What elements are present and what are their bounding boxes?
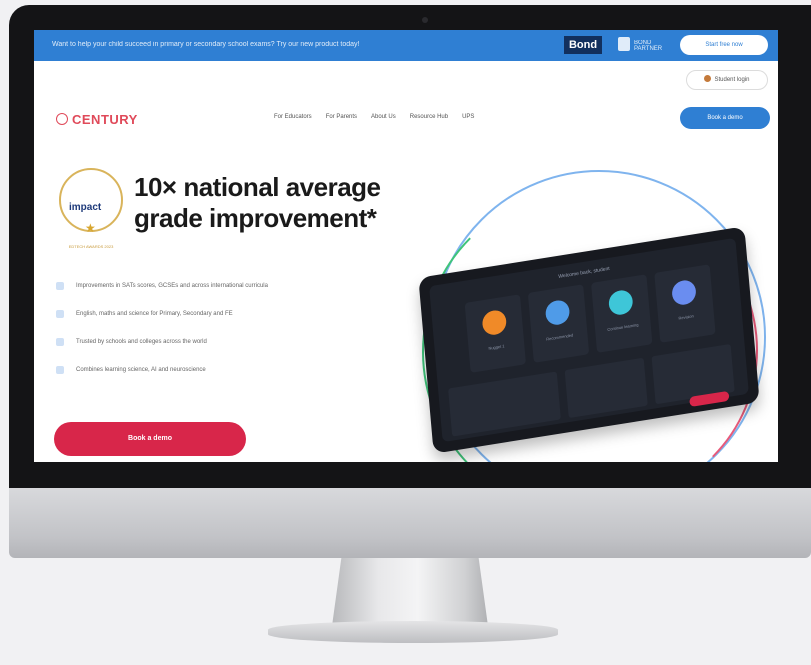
tablet-card: Revision — [654, 264, 716, 343]
feature-item: Combines learning science, AI and neuros… — [56, 362, 396, 390]
monitor-base — [268, 621, 558, 643]
nav-item-about[interactable]: About Us — [371, 114, 396, 120]
check-icon — [56, 282, 64, 290]
feature-item: Trusted by schools and colleges across t… — [56, 334, 396, 362]
tablet-card: Continue learning — [591, 274, 653, 353]
website-screen: Want to help your child succeed in prima… — [34, 30, 778, 462]
feature-list: Improvements in SATs scores, GCSEs and a… — [56, 278, 396, 390]
check-icon — [56, 366, 64, 374]
bond-logo[interactable]: Bond — [564, 36, 602, 54]
nav-item-educators[interactable]: For Educators — [274, 114, 312, 120]
logo-text: CENTURY — [72, 112, 138, 127]
star-icon: ★ — [85, 221, 96, 235]
nav-item-ups[interactable]: UPS — [462, 114, 474, 120]
feature-item: Improvements in SATs scores, GCSEs and a… — [56, 278, 396, 306]
tablet-card-label: Nugget 1 — [488, 343, 505, 351]
logo-icon — [56, 113, 68, 125]
tablet-card: Recommended — [527, 284, 590, 363]
award-caption: EDTECH AWARDS 2023 — [68, 244, 114, 249]
nav-item-parents[interactable]: For Parents — [326, 114, 357, 120]
feature-text: Trusted by schools and colleges across t… — [76, 339, 207, 345]
check-icon — [56, 338, 64, 346]
award-badge: impact ★ EDTECH AWARDS 2023 — [56, 158, 126, 256]
hero-headline: 10× national average grade improvement* — [134, 172, 381, 233]
award-circle: impact ★ — [59, 168, 123, 235]
orb-icon — [671, 278, 697, 307]
login-button[interactable]: Student login — [686, 70, 768, 90]
orb-icon — [607, 288, 634, 317]
nav-item-resources[interactable]: Resource Hub — [410, 114, 448, 120]
header-demo-button[interactable]: Book a demo — [680, 107, 770, 129]
login-label: Student login — [714, 77, 750, 83]
feature-item: English, maths and science for Primary, … — [56, 306, 396, 334]
main-nav: For Educators For Parents About Us Resou… — [274, 114, 474, 120]
monitor-stand — [332, 558, 488, 626]
tablet-card: Nugget 1 — [464, 294, 527, 373]
tablet-card-label: Continue learning — [607, 322, 639, 332]
feature-text: English, maths and science for Primary, … — [76, 311, 233, 317]
promo-text: Want to help your child succeed in prima… — [52, 41, 360, 48]
camera-icon — [422, 17, 428, 23]
tablet-panel — [448, 371, 561, 437]
partner-text: BOND PARTNER — [634, 40, 663, 52]
orb-icon — [481, 308, 508, 337]
feature-text: Improvements in SATs scores, GCSEs and a… — [76, 283, 268, 289]
monitor-chin — [9, 488, 811, 558]
hero-demo-button[interactable]: Book a demo — [54, 422, 246, 456]
check-icon — [56, 310, 64, 318]
tablet-panel — [564, 357, 648, 419]
promo-cta-button[interactable]: Start free now — [680, 35, 768, 55]
feature-text: Combines learning science, AI and neuros… — [76, 367, 206, 373]
tablet-title: Welcome back, student — [558, 265, 610, 280]
promo-bar: Want to help your child succeed in prima… — [34, 30, 778, 61]
orb-icon — [544, 298, 571, 327]
century-logo[interactable]: CENTURY — [56, 112, 138, 127]
user-icon — [704, 75, 712, 82]
partner-badge-icon — [618, 37, 630, 51]
tablet-card-label: Recommended — [546, 332, 574, 342]
award-word: impact — [69, 202, 102, 213]
tablet-card-label: Revision — [678, 313, 694, 321]
